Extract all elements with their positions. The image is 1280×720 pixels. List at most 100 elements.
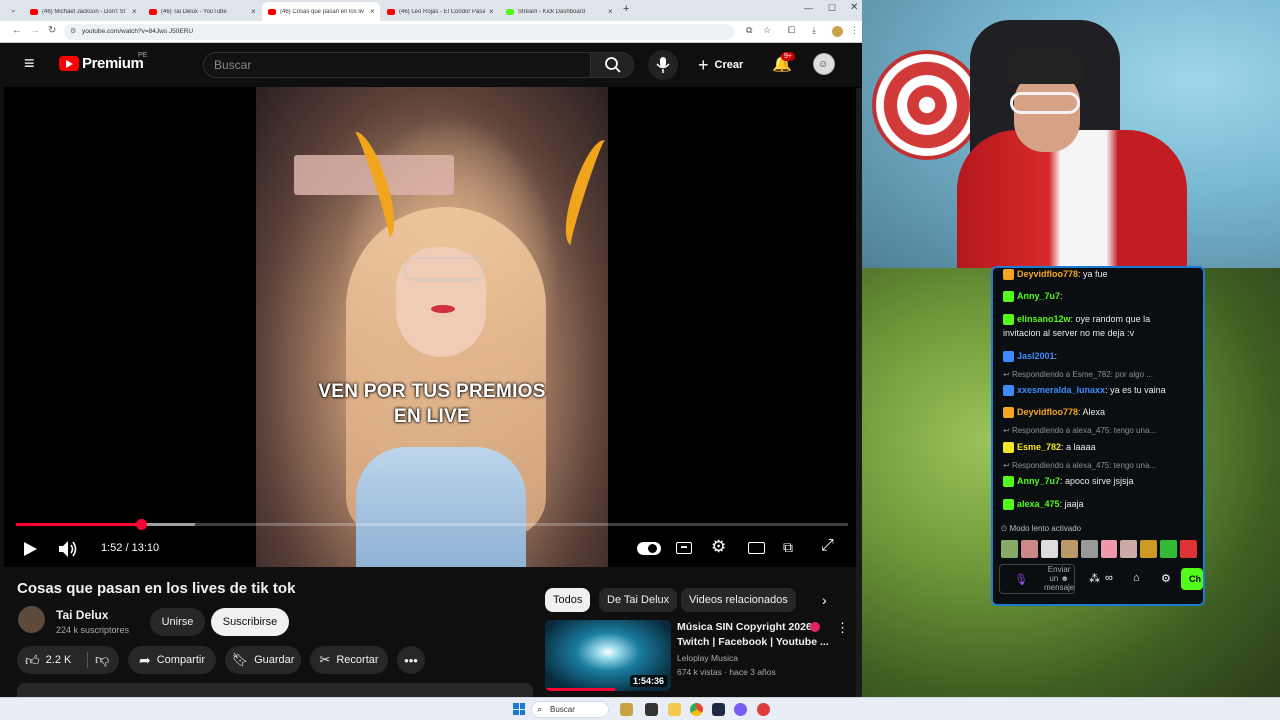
obs-icon[interactable] [757,703,770,716]
tab-michael-jackson[interactable]: (46) Michael Jackson - Don't St × [24,2,142,21]
save-button[interactable]: 🔖︎ Guardar [225,646,301,674]
taskbar-search[interactable]: ⌕ Buscar [531,701,609,718]
chat-settings-icon[interactable]: ⚙ [1161,572,1171,585]
file-explorer-icon[interactable] [668,703,681,716]
close-tab-icon[interactable]: × [370,7,380,16]
subtitles-icon[interactable]: ▬ [676,542,692,554]
new-tab-button[interactable]: + [623,3,629,15]
tab-cosas-que-pasan[interactable]: (46) Cosas que pasan en los liv × [262,2,380,21]
emoji-icon[interactable]: ☻ [1060,574,1068,583]
settings-gear-icon[interactable]: ⚙ [711,537,726,557]
chat-send-button[interactable]: Ch [1181,568,1203,590]
youtube-logo-text[interactable]: Premium [82,55,144,72]
theater-mode-icon[interactable] [748,542,765,554]
chat-username[interactable]: xxesmeralda_lunaxx [1017,385,1105,395]
chrome-icon[interactable] [690,703,703,716]
emote-icon[interactable] [1180,540,1198,558]
chat-username[interactable]: elinsano12w [1017,314,1071,324]
close-tab-icon[interactable]: × [251,7,261,16]
emote-icon[interactable] [1001,540,1018,558]
chat-username[interactable]: Anny_7u7 [1017,476,1060,486]
task-view-icon[interactable] [645,703,658,716]
maximize-button[interactable]: ☐ [828,3,836,14]
emote-icon[interactable] [1040,540,1058,558]
emote-icon[interactable] [1060,540,1078,558]
subscribe-button[interactable]: Suscribirse [211,608,289,636]
clip-button[interactable]: ✂ Recortar [310,646,388,674]
bookmark-star-icon[interactable]: ☆ [763,25,771,36]
emote-icon[interactable] [1140,540,1158,558]
widgets-icon[interactable] [620,703,633,716]
chat-username[interactable]: Esme_782 [1017,442,1061,452]
browser-menu-icon[interactable]: ⋮ [850,25,859,36]
tab-tai-delux[interactable]: (46) Tai Delux - YouTube × [143,2,261,21]
site-info-icon[interactable]: ⚙ [70,24,76,40]
chip-videos-relacionados[interactable]: Videos relacionados [681,588,796,612]
chat-username[interactable]: Deyvidfloo778 [1017,407,1078,417]
emote-icon[interactable] [1080,540,1098,558]
more-actions-button[interactable]: ••• [397,646,425,674]
start-button[interactable] [513,703,525,715]
forward-icon[interactable]: → [30,25,40,36]
store-icon[interactable]: ⌂ [1133,572,1140,584]
chat-username[interactable]: alexa_475 [1017,499,1060,509]
volume-icon[interactable] [58,540,78,558]
tab-kick-dashboard[interactable]: Stream - Kick Dashboard × [500,2,618,21]
chip-todos[interactable]: Todos [545,588,591,612]
install-app-icon[interactable]: ⧉ [746,25,752,36]
progress-bar[interactable] [16,519,848,530]
create-button[interactable]: + Crear [698,53,743,77]
back-icon[interactable]: ← [12,25,22,36]
chevron-right-icon[interactable]: › [822,592,827,608]
notifications-button[interactable]: 🔔 9+ [770,52,795,76]
emote-icon[interactable] [1120,540,1138,558]
mic-icon[interactable]: 🎙︎ [1014,573,1028,586]
autoplay-toggle[interactable] [637,542,661,555]
tab-leo-rojas[interactable]: (46) Leo Rojas - El Condor Pasa × [381,2,499,21]
chat-input[interactable]: 🎙︎ Enviar un ☻ mensaje [999,564,1075,594]
channel-name[interactable]: Tai Delux [56,608,108,622]
recommended-thumbnail[interactable]: 1:54:36 [545,620,671,691]
extensions-icon[interactable]: ⧠ [788,25,795,36]
search-button[interactable] [590,52,634,78]
user-group-icon[interactable]: ⁂ [1089,572,1100,585]
chip-de-tai-delux[interactable]: De Tai Delux [599,588,678,612]
fullscreen-icon[interactable]: ⤢ [821,537,834,555]
join-button[interactable]: Unirse [150,608,205,636]
premiere-icon[interactable] [712,703,725,716]
cast-icon[interactable]: ⧉ [783,539,793,556]
infinity-icon[interactable]: ∞ [1105,572,1113,584]
play-icon[interactable] [22,541,38,557]
emote-icon[interactable] [1160,540,1178,558]
discord-icon[interactable] [734,703,747,716]
minimize-button[interactable]: — [804,3,813,13]
profile-avatar[interactable] [832,26,843,37]
recommended-channel[interactable]: Leloplay Musica [677,653,738,663]
account-avatar[interactable]: ☺ [813,53,835,75]
close-tab-icon[interactable]: × [608,7,618,16]
hamburger-menu-icon[interactable]: ≡ [24,54,35,72]
chat-username[interactable]: Deyvidfloo778 [1017,269,1078,279]
reload-icon[interactable]: ↻ [48,25,56,36]
search-input[interactable]: Buscar [203,52,591,78]
close-tab-icon[interactable]: × [489,7,499,16]
share-button[interactable]: ➦ Compartir [128,646,216,674]
dislike-button[interactable]: 👎︎ [95,651,109,668]
tab-list-icon[interactable]: ⌄ [10,5,17,14]
url-field[interactable]: ⚙ youtube.com/watch?v=84Jws J50ERU [64,24,734,40]
more-options-icon[interactable]: ⋮ [836,620,849,636]
recommended-title-line1[interactable]: Música SIN Copyright 2026 [677,621,812,633]
scrubber-handle[interactable] [135,519,147,530]
channel-avatar[interactable] [18,606,45,633]
close-window-button[interactable]: ✕ [850,2,858,13]
like-button[interactable]: 👍︎ 2.2 K [25,652,71,669]
description-box[interactable] [17,683,533,697]
youtube-logo-icon[interactable] [59,56,79,71]
download-icon[interactable]: ⤓ [812,25,816,36]
chat-username[interactable]: Anny_7u7 [1017,291,1060,301]
video-player[interactable]: VEN POR TUS PREMIOS EN LIVE 1:52 / 13:10… [4,87,860,567]
chat-username[interactable]: Jasl2001 [1017,351,1055,361]
recommended-title-line2[interactable]: Twitch | Facebook | Youtube ... [677,636,829,648]
close-tab-icon[interactable]: × [132,7,142,16]
emote-icon[interactable] [1020,540,1038,558]
